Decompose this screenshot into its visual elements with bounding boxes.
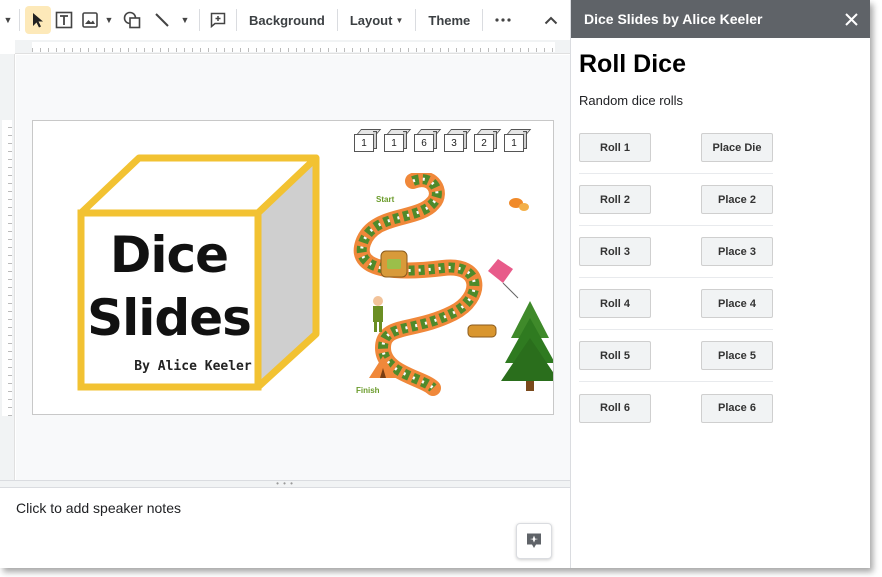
explore-button[interactable] — [516, 523, 552, 559]
slide-byline: By Alice Keeler — [134, 359, 252, 374]
place-5-button[interactable]: Place 5 — [701, 341, 773, 370]
vertical-ruler — [0, 54, 15, 480]
toolbar-divider — [19, 9, 20, 31]
layout-button[interactable]: Layout ▼ — [343, 6, 411, 34]
toolbar-divider — [236, 9, 237, 31]
theme-button[interactable]: Theme — [421, 6, 477, 34]
image-icon[interactable] — [77, 6, 103, 34]
dice-button-row: Roll 1 Place Die — [579, 122, 773, 174]
text-box-icon[interactable] — [51, 6, 77, 34]
chevron-up-icon[interactable] — [538, 6, 564, 34]
place-2-button[interactable]: Place 2 — [701, 185, 773, 214]
roll-5-button[interactable]: Roll 5 — [579, 341, 651, 370]
roll-2-button[interactable]: Roll 2 — [579, 185, 651, 214]
place-4-button[interactable]: Place 4 — [701, 289, 773, 318]
place-6-button[interactable]: Place 6 — [701, 393, 773, 423]
toolbar-divider — [199, 9, 200, 31]
roll-3-button[interactable]: Roll 3 — [579, 237, 651, 266]
dice-button-list: Roll 1 Place Die Roll 2 Place 2 Roll 3 P… — [579, 122, 773, 434]
board-start-label: Start — [376, 195, 395, 204]
toolbar-divider — [415, 9, 417, 31]
sidebar-header-title: Dice Slides by Alice Keeler — [584, 11, 763, 27]
dice-row: 1 1 6 3 2 1 — [354, 129, 532, 152]
notes-resize-handle[interactable]: • • • — [0, 480, 570, 488]
place-die-button[interactable]: Place Die — [701, 133, 773, 162]
roll-4-button[interactable]: Roll 4 — [579, 289, 651, 318]
line-menu-chevron-icon[interactable]: ▼ — [179, 6, 191, 34]
speaker-notes[interactable]: Click to add speaker notes — [0, 488, 570, 568]
die[interactable]: 1 — [384, 129, 412, 152]
sidebar-title: Roll Dice — [579, 50, 686, 78]
addon-sidebar: Dice Slides by Alice Keeler Roll Dice Ra… — [570, 0, 870, 568]
dice-button-row: Roll 2 Place 2 — [579, 174, 773, 226]
toolbar: ▼ ▼ ▼ Background Layout ▼ Theme — [0, 0, 570, 40]
dice-button-row: Roll 3 Place 3 — [579, 226, 773, 278]
slide-title-line1: Dice — [109, 226, 229, 284]
die[interactable]: 6 — [414, 129, 442, 152]
sidebar-header: Dice Slides by Alice Keeler — [571, 0, 870, 38]
die[interactable]: 2 — [474, 129, 502, 152]
board-game-illustration — [353, 173, 553, 396]
dice-button-row: Roll 4 Place 4 — [579, 278, 773, 330]
die[interactable]: 3 — [444, 129, 472, 152]
image-menu-chevron-icon[interactable]: ▼ — [103, 6, 115, 34]
slide[interactable]: Dice Slides By Alice Keeler 1 1 6 3 2 1 — [32, 120, 554, 415]
place-3-button[interactable]: Place 3 — [701, 237, 773, 266]
board-finish-label: Finish — [356, 386, 380, 395]
slide-title-line2: Slides — [87, 289, 252, 347]
background-button[interactable]: Background — [242, 6, 332, 34]
roll-1-button[interactable]: Roll 1 — [579, 133, 651, 162]
slide-canvas: Dice Slides By Alice Keeler 1 1 6 3 2 1 — [16, 55, 570, 480]
toolbar-divider — [482, 9, 484, 31]
roll-6-button[interactable]: Roll 6 — [579, 393, 651, 423]
layout-label: Layout — [349, 12, 393, 28]
explore-icon — [527, 533, 541, 548]
speaker-notes-placeholder[interactable]: Click to add speaker notes — [16, 500, 181, 516]
select-cursor-icon[interactable] — [25, 6, 51, 34]
sidebar-subtitle: Random dice rolls — [579, 93, 684, 108]
toolbar-divider — [336, 9, 338, 31]
shape-icon[interactable] — [119, 6, 145, 34]
die[interactable]: 1 — [354, 129, 382, 152]
dice-button-row: Roll 6 Place 6 — [579, 382, 773, 434]
more-icon[interactable] — [490, 6, 516, 34]
add-comment-icon[interactable] — [205, 6, 231, 34]
die[interactable]: 1 — [504, 129, 532, 152]
dice-button-row: Roll 5 Place 5 — [579, 330, 773, 382]
chevron-down-icon: ▼ — [395, 15, 404, 25]
line-icon[interactable] — [149, 6, 175, 34]
chevron-down-icon[interactable]: ▼ — [2, 6, 14, 34]
horizontal-ruler — [15, 40, 570, 54]
app-window: ▼ ▼ ▼ Background Layout ▼ Theme Dice Sli… — [0, 0, 870, 568]
close-icon[interactable] — [842, 10, 860, 28]
